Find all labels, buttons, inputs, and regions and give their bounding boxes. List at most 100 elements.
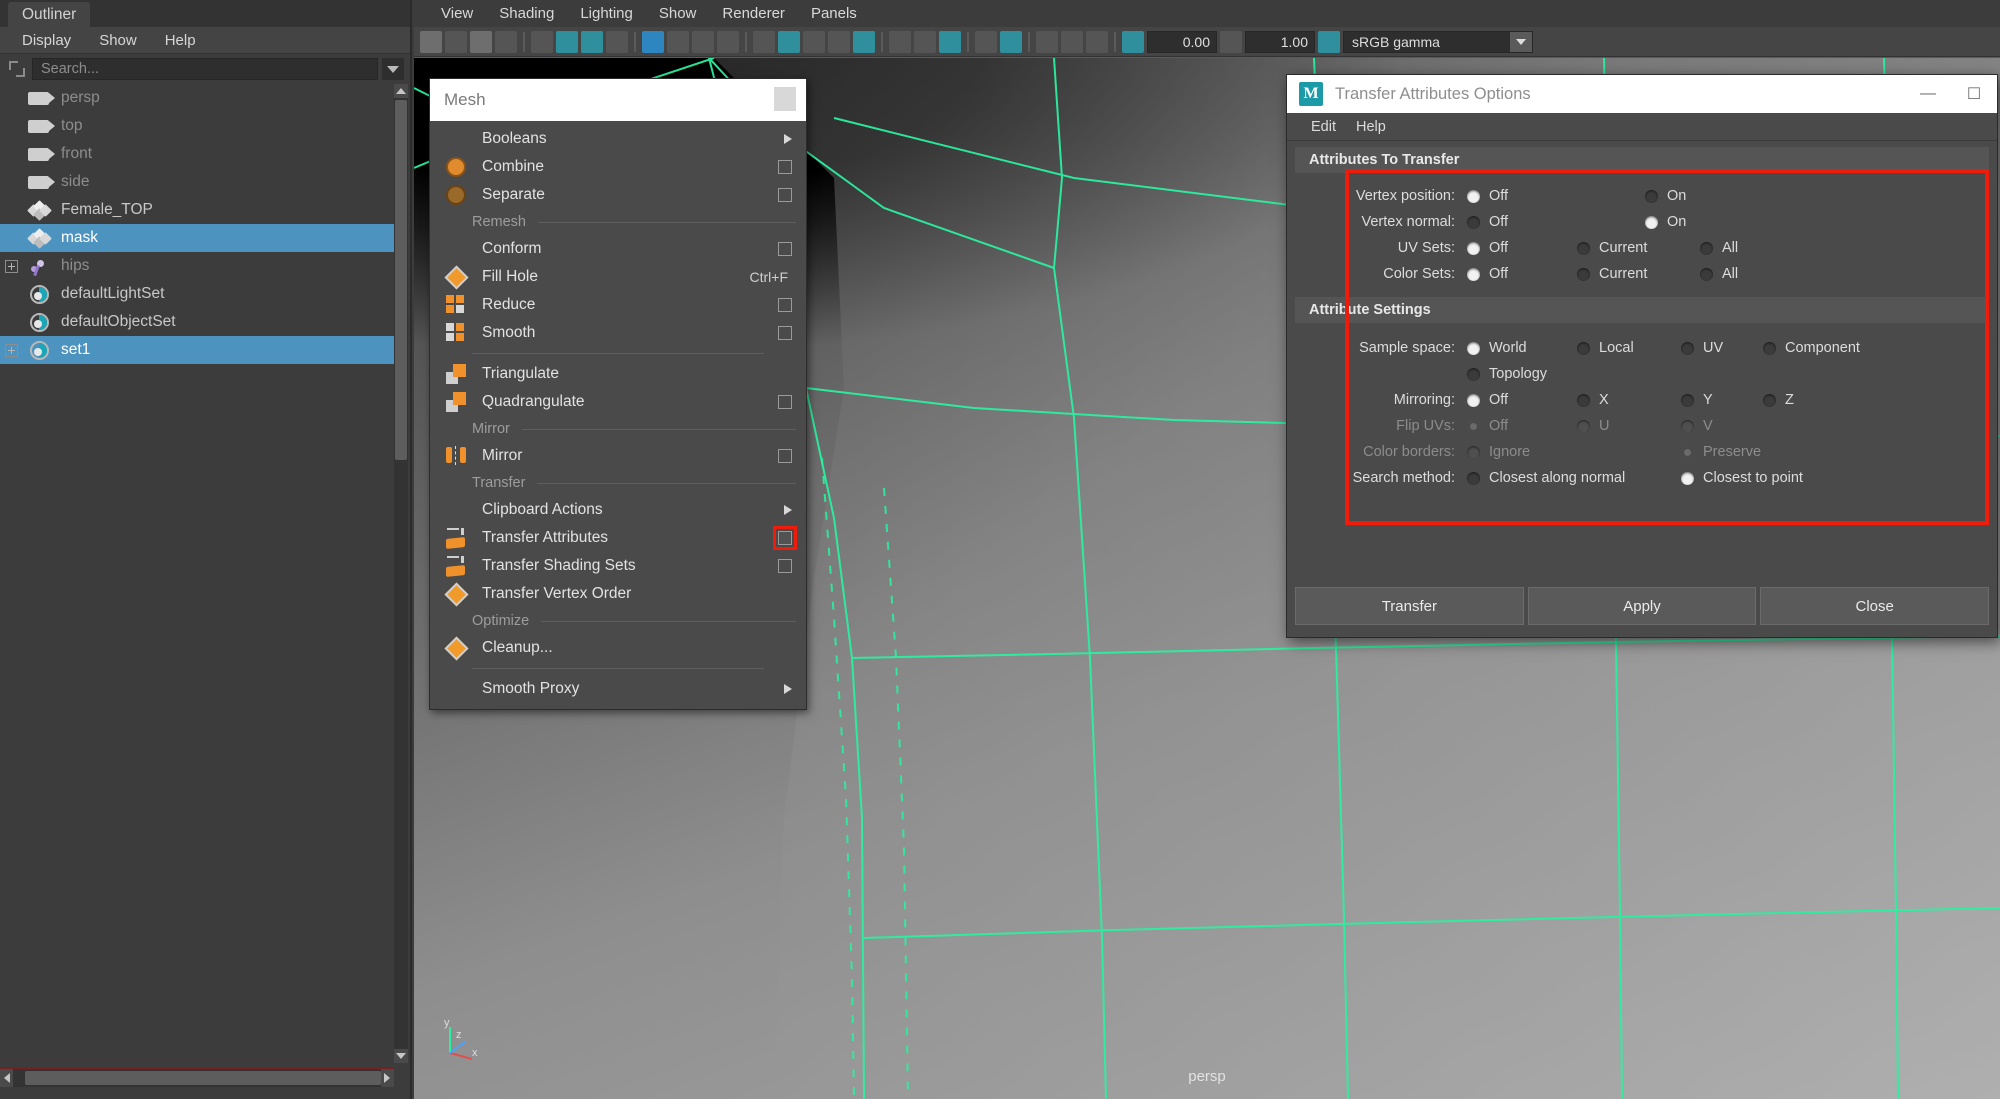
wireframe-shading-icon[interactable]: [642, 31, 664, 53]
apply-button[interactable]: Apply: [1528, 587, 1757, 625]
radio-search-method-closest-to-point[interactable]: Closest to point: [1681, 470, 1803, 486]
radio-color-sets-all[interactable]: All: [1700, 266, 1738, 282]
close-button[interactable]: Close: [1760, 587, 1989, 625]
option-box-checkbox[interactable]: [778, 559, 792, 573]
viewport-menu-renderer[interactable]: Renderer: [709, 5, 798, 22]
outliner-item-side[interactable]: side: [0, 168, 394, 196]
viewport-menu-view[interactable]: View: [428, 5, 486, 22]
xray-active-icon[interactable]: [1061, 31, 1083, 53]
scroll-up-icon[interactable]: [394, 84, 408, 98]
scroll-right-icon[interactable]: [381, 1069, 394, 1087]
viewport-menu-lighting[interactable]: Lighting: [567, 5, 646, 22]
xray-joints-icon[interactable]: [1036, 31, 1058, 53]
menu-item-separate[interactable]: Separate: [430, 181, 806, 209]
menu-item-cleanup[interactable]: Cleanup...: [430, 634, 806, 662]
aa-icon[interactable]: [939, 31, 961, 53]
tear-off-handle[interactable]: [774, 87, 796, 111]
option-box-checkbox[interactable]: [778, 298, 792, 312]
radio-uv-sets-current[interactable]: Current: [1577, 240, 1700, 256]
menu-item-smooth[interactable]: Smooth: [430, 319, 806, 347]
isolate-select-add-icon[interactable]: [1000, 31, 1022, 53]
ao-icon[interactable]: [889, 31, 911, 53]
bookmark-icon[interactable]: [445, 31, 467, 53]
radio-sample-space-component[interactable]: Component: [1763, 340, 1860, 356]
scrollbar-thumb[interactable]: [395, 100, 407, 460]
radio-mirroring-x[interactable]: X: [1577, 392, 1681, 408]
dialog-titlebar[interactable]: M Transfer Attributes Options — ☐: [1287, 75, 1997, 113]
menu-item-booleans[interactable]: Booleans: [430, 125, 806, 153]
radio-vertex-position-on[interactable]: On: [1645, 188, 1686, 204]
menu-item-smooth-proxy[interactable]: Smooth Proxy: [430, 675, 806, 703]
radio-mirroring-z[interactable]: Z: [1763, 392, 1794, 408]
transfer-attributes-option-box[interactable]: [778, 531, 792, 545]
option-box-checkbox[interactable]: [778, 188, 792, 202]
mesh-menu[interactable]: Mesh Booleans Combine Separate: [429, 78, 807, 710]
menu-item-transfer-vertex-order[interactable]: Transfer Vertex Order: [430, 580, 806, 608]
radio-sample-space-local[interactable]: Local: [1577, 340, 1681, 356]
viewport-menu-show[interactable]: Show: [646, 5, 710, 22]
transfer-attributes-options-dialog[interactable]: M Transfer Attributes Options — ☐ Edit H…: [1286, 74, 1998, 638]
radio-vertex-normal-off[interactable]: Off: [1467, 214, 1645, 230]
radio-vertex-position-off[interactable]: Off: [1467, 188, 1645, 204]
radio-uv-sets-off[interactable]: Off: [1467, 240, 1577, 256]
search-input[interactable]: Search...: [32, 58, 378, 80]
viewport-menu-panels[interactable]: Panels: [798, 5, 870, 22]
menu-item-triangulate[interactable]: Triangulate: [430, 360, 806, 388]
radio-sample-space-topology[interactable]: Topology: [1467, 366, 1547, 382]
exposure-icon[interactable]: [1122, 31, 1144, 53]
grid-toggle-icon[interactable]: [495, 31, 517, 53]
expander-toggle[interactable]: [0, 336, 22, 364]
outliner-item-hips[interactable]: hips: [0, 252, 394, 280]
outliner-tree[interactable]: persp top front side Fema: [0, 84, 394, 1063]
isolate-select-icon[interactable]: [975, 31, 997, 53]
smooth-shade-icon[interactable]: [667, 31, 689, 53]
two-pane-icon[interactable]: [470, 31, 492, 53]
color-management-icon[interactable]: [1318, 31, 1340, 53]
scrollbar-thumb[interactable]: [25, 1071, 380, 1085]
option-box-checkbox[interactable]: [778, 160, 792, 174]
gamma-field[interactable]: 1.00: [1245, 31, 1315, 53]
outliner-item-set1[interactable]: set1: [0, 336, 394, 364]
outliner-item-front[interactable]: front: [0, 140, 394, 168]
radio-vertex-normal-on[interactable]: On: [1645, 214, 1686, 230]
texture-toggle-icon[interactable]: [753, 31, 775, 53]
radio-search-method-closest-along-normal[interactable]: Closest along normal: [1467, 470, 1681, 486]
exposure-reset-icon[interactable]: [1086, 31, 1108, 53]
outliner-menu-display[interactable]: Display: [8, 32, 85, 49]
outliner-item-default-light-set[interactable]: defaultLightSet: [0, 280, 394, 308]
menu-item-conform[interactable]: Conform: [430, 235, 806, 263]
transfer-button[interactable]: Transfer: [1295, 587, 1524, 625]
lighting-all-icon[interactable]: [828, 31, 850, 53]
dialog-menu-edit[interactable]: Edit: [1301, 119, 1346, 135]
viewport-menu-shading[interactable]: Shading: [486, 5, 567, 22]
flat-shade-icon[interactable]: [692, 31, 714, 53]
xray-icon[interactable]: [606, 31, 628, 53]
outliner-item-mask[interactable]: mask: [0, 224, 394, 252]
menu-item-clipboard-actions[interactable]: Clipboard Actions: [430, 496, 806, 524]
option-box-checkbox[interactable]: [778, 449, 792, 463]
outliner-menu-show[interactable]: Show: [85, 32, 151, 49]
option-box-checkbox[interactable]: [778, 326, 792, 340]
outliner-item-female-top[interactable]: Female_TOP: [0, 196, 394, 224]
hardware-texturing-icon[interactable]: [778, 31, 800, 53]
outliner-menu-help[interactable]: Help: [151, 32, 210, 49]
mesh-menu-title[interactable]: Mesh: [430, 79, 806, 121]
chevron-down-icon[interactable]: [1510, 32, 1532, 52]
radio-color-sets-current[interactable]: Current: [1577, 266, 1700, 282]
radio-mirroring-y[interactable]: Y: [1681, 392, 1763, 408]
minimize-icon[interactable]: —: [1905, 75, 1951, 113]
menu-item-transfer-attributes[interactable]: Transfer Attributes: [430, 524, 806, 552]
outliner-vertical-scrollbar[interactable]: [394, 84, 408, 1063]
film-gate-icon[interactable]: [531, 31, 553, 53]
resolution-gate-icon[interactable]: [556, 31, 578, 53]
shadows-icon[interactable]: [853, 31, 875, 53]
outliner-horizontal-scrollbar[interactable]: [0, 1069, 394, 1087]
option-box-checkbox[interactable]: [778, 242, 792, 256]
radio-sample-space-world[interactable]: World: [1467, 340, 1577, 356]
outliner-item-persp[interactable]: persp: [0, 84, 394, 112]
wireframe-on-shaded-icon[interactable]: [717, 31, 739, 53]
select-camera-icon[interactable]: [420, 31, 442, 53]
dialog-menu-help[interactable]: Help: [1346, 119, 1396, 135]
color-profile-select[interactable]: sRGB gamma: [1343, 31, 1533, 53]
lighting-default-icon[interactable]: [803, 31, 825, 53]
